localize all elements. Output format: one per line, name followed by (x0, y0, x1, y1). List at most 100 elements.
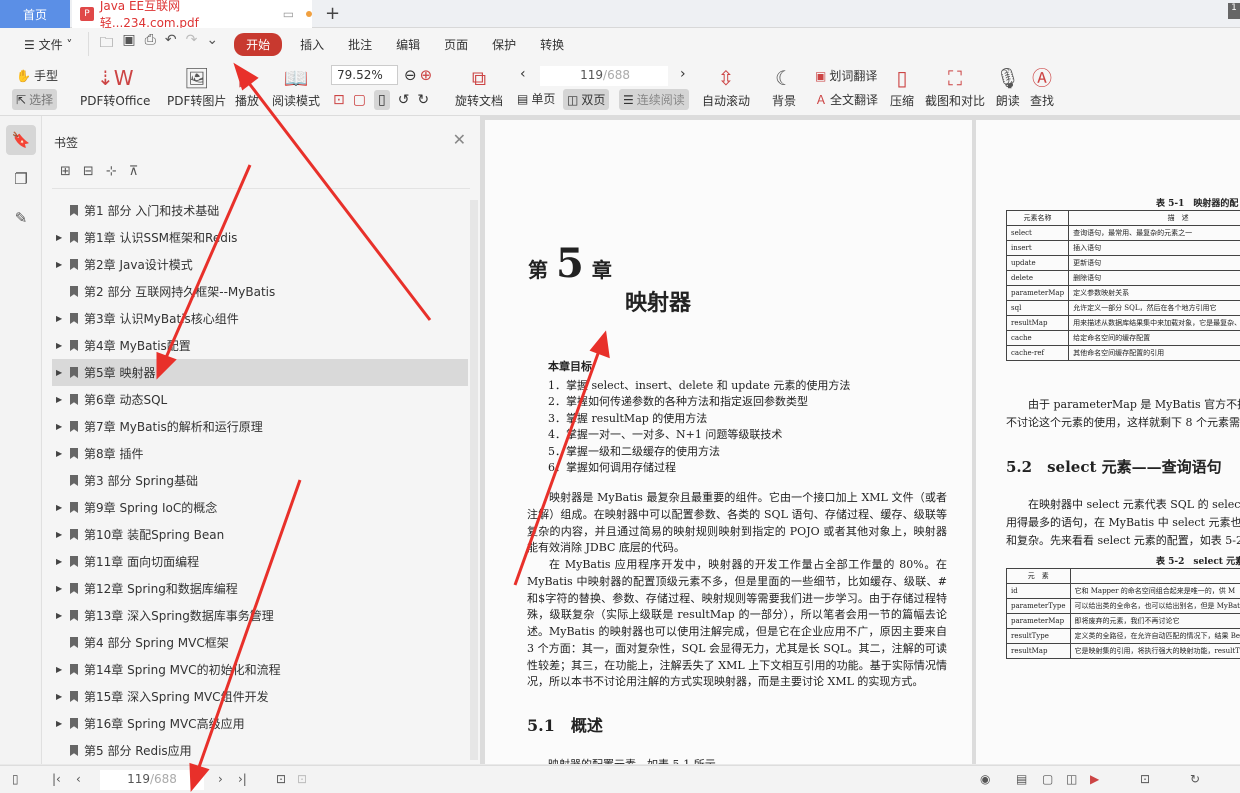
redo-icon[interactable]: ↷ (186, 32, 198, 56)
bookmark-item[interactable]: ▶ 第4章 MyBatis配置 (52, 332, 468, 359)
expand-arrow-icon[interactable]: ▶ (56, 692, 66, 701)
menu-protect[interactable]: 保护 (480, 36, 528, 53)
bookmark-item[interactable]: ▶ 第16章 Spring MVC高级应用 (52, 710, 468, 737)
single-view-icon[interactable]: ▢ (1042, 772, 1053, 786)
bookmark-item[interactable]: ▶ 第15章 深入Spring MVC组件开发 (52, 683, 468, 710)
tab-document[interactable]: P Java EE互联网轻...234.com.pdf ▭ (72, 0, 313, 30)
first-page-icon[interactable]: |‹ (52, 772, 61, 786)
next-page-icon[interactable]: › (218, 772, 223, 786)
rotate-icon[interactable]: ↻ (1190, 772, 1200, 786)
last-page-icon[interactable]: ›| (238, 772, 247, 786)
file-menu[interactable]: ☰ 文件 ˅ (12, 36, 84, 53)
pdf-to-image-button[interactable]: 🖼 PDF转图片 (167, 64, 226, 109)
auto-scroll-button[interactable]: ⇳ 自动滚动 (702, 64, 750, 109)
expand-arrow-icon[interactable]: ▶ (56, 368, 66, 377)
bookmark-item[interactable]: ▶ 第8章 插件 (52, 440, 468, 467)
close-icon[interactable]: ✕ (453, 130, 466, 149)
continuous-read-button[interactable]: ☰ 连续阅读 (619, 89, 689, 110)
menu-annotate[interactable]: 批注 (336, 36, 384, 53)
open-icon[interactable]: 🗀 (99, 32, 113, 56)
expand-arrow-icon[interactable]: ▶ (56, 557, 66, 566)
bookmark-item[interactable]: ▶ 第5章 映射器 (52, 359, 468, 386)
collapse-all-icon[interactable]: ⊟ (83, 164, 94, 179)
play-icon[interactable]: ▶ (1090, 772, 1099, 786)
background-button[interactable]: ☾ 背景 (772, 64, 796, 109)
thumbnail-panel-icon[interactable]: ❐ (6, 164, 36, 194)
undo-icon[interactable]: ↶ (165, 32, 177, 56)
bookmark-item[interactable]: ▶ 第10章 装配Spring Bean (52, 521, 468, 548)
actual-size-icon[interactable]: ⊡ (333, 92, 345, 108)
prev-page-icon[interactable]: ‹ (76, 772, 81, 786)
print-icon[interactable]: ⎙ (145, 32, 156, 56)
rotate-right-icon[interactable]: ↻ (417, 92, 429, 108)
zoom-select[interactable]: 79.52% (331, 65, 398, 85)
expand-arrow-icon[interactable]: ▶ (56, 503, 66, 512)
menu-insert[interactable]: 插入 (288, 36, 336, 53)
bookmark-item[interactable]: ▶ 第1章 认识SSM框架和Redis (52, 224, 468, 251)
double-page-button[interactable]: ◫ 双页 (563, 89, 610, 110)
fit-icon[interactable]: ⊡ (1140, 772, 1150, 786)
bookmark-item[interactable]: 第2 部分 互联网持久框架--MyBatis (52, 278, 468, 305)
continuous-view-icon[interactable]: ▤ (1016, 772, 1027, 786)
rotate-document-button[interactable]: ⧉ 旋转文档 (455, 64, 503, 109)
menu-page[interactable]: 页面 (432, 36, 480, 53)
status-page-input[interactable]: 119/688 (100, 770, 204, 790)
expand-arrow-icon[interactable]: ▶ (56, 233, 66, 242)
select-tool[interactable]: ⇱ 选择 (12, 89, 58, 110)
expand-arrow-icon[interactable]: ▶ (56, 611, 66, 620)
compress-button[interactable]: ▯ 压缩 (890, 64, 914, 109)
expand-all-icon[interactable]: ⊞ (60, 164, 71, 179)
full-translate-button[interactable]: Ａ 全文翻译 (815, 91, 878, 108)
bookmark-item[interactable]: ▶ 第13章 深入Spring数据库事务管理 (52, 602, 468, 629)
fit-width-icon[interactable]: ▯ (373, 90, 390, 110)
bookmark-item[interactable]: ▶ 第14章 Spring MVC的初始化和流程 (52, 656, 468, 683)
bookmark-item[interactable]: ▶ 第11章 面向切面编程 (52, 548, 468, 575)
double-view-icon[interactable]: ◫ (1066, 772, 1077, 786)
more-icon[interactable]: ⌄ (206, 32, 218, 56)
tab-home[interactable]: 首页 (0, 0, 70, 28)
bookmark-item[interactable]: ▶ 第7章 MyBatis的解析和运行原理 (52, 413, 468, 440)
remove-bookmark-icon[interactable]: ⊼ (129, 164, 139, 179)
forward-icon[interactable]: ⊡ (297, 772, 307, 786)
save-icon[interactable]: ▣ (122, 32, 135, 56)
expand-arrow-icon[interactable]: ▶ (56, 395, 66, 404)
expand-arrow-icon[interactable]: ▶ (56, 314, 66, 323)
bookmark-item[interactable]: ▶ 第3章 认识MyBatis核心组件 (52, 305, 468, 332)
bookmark-item[interactable]: 第5 部分 Redis应用 (52, 737, 468, 764)
prev-page-button[interactable]: ‹ (520, 66, 526, 82)
read-aloud-button[interactable]: 🎙 朗读 (995, 64, 1020, 109)
read-mode-button[interactable]: 📖 阅读模式 (272, 64, 320, 109)
hand-tool[interactable]: ✋ 手型 (16, 67, 58, 84)
sidebar-toggle-icon[interactable]: ▯ (12, 772, 19, 786)
back-icon[interactable]: ⊡ (276, 772, 286, 786)
sidebar-scrollbar[interactable] (470, 200, 478, 760)
bookmark-panel-icon[interactable]: 🔖 (6, 125, 36, 155)
annotation-panel-icon[interactable]: ✎ (6, 203, 36, 233)
fit-page-icon[interactable]: ▢ (353, 92, 366, 108)
rotate-left-icon[interactable]: ↺ (398, 92, 410, 108)
expand-arrow-icon[interactable]: ▶ (56, 584, 66, 593)
bookmark-item[interactable]: ▶ 第12章 Spring和数据库编程 (52, 575, 468, 602)
bookmark-item[interactable]: 第3 部分 Spring基础 (52, 467, 468, 494)
menu-edit[interactable]: 编辑 (384, 36, 432, 53)
bookmark-item[interactable]: ▶ 第9章 Spring IoC的概念 (52, 494, 468, 521)
play-button[interactable]: ▷ 播放 (235, 64, 259, 109)
expand-arrow-icon[interactable]: ▶ (56, 449, 66, 458)
eye-icon[interactable]: ◉ (980, 772, 990, 786)
expand-arrow-icon[interactable]: ▶ (56, 341, 66, 350)
bookmark-item[interactable]: 第4 部分 Spring MVC框架 (52, 629, 468, 656)
bookmark-item[interactable]: ▶ 第2章 Java设计模式 (52, 251, 468, 278)
screenshot-compare-button[interactable]: ⛶ 截图和对比 (925, 64, 985, 109)
expand-arrow-icon[interactable]: ▶ (56, 422, 66, 431)
word-translate-button[interactable]: ▣ 划词翻译 (815, 67, 877, 84)
add-bookmark-icon[interactable]: ⊹ (106, 164, 117, 179)
pdf-to-office-button[interactable]: ⇣W PDF转Office (80, 64, 150, 109)
bookmark-item[interactable]: ▶ 第6章 动态SQL (52, 386, 468, 413)
expand-arrow-icon[interactable]: ▶ (56, 719, 66, 728)
single-page-button[interactable]: ▤ 单页 (517, 90, 555, 107)
menu-start[interactable]: 开始 (234, 32, 283, 56)
page-input[interactable]: 119/688 (540, 66, 668, 86)
expand-arrow-icon[interactable]: ▶ (56, 665, 66, 674)
zoom-out-icon[interactable]: ⊖ (404, 66, 417, 84)
monitor-icon[interactable]: ▭ (283, 7, 294, 21)
